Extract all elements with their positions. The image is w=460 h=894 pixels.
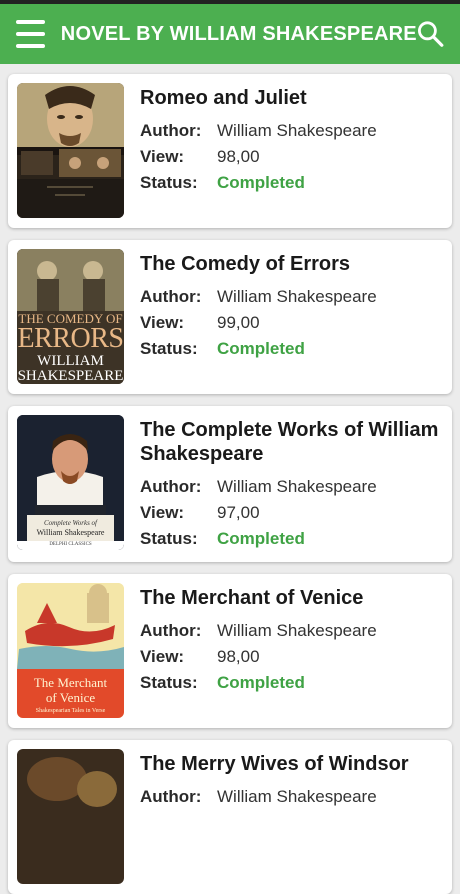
novel-title: The Complete Works of William Shakespear…	[140, 419, 439, 465]
status-row: Status: Completed	[140, 170, 442, 196]
view-row: View: 98,00	[140, 644, 442, 670]
cover-author-line: William Shakespeare	[36, 528, 105, 537]
novel-card[interactable]: The Merchant of Venice Shakespearian Tal…	[8, 574, 452, 728]
cover-publisher-line: DELPHI CLASSICS	[49, 542, 92, 547]
cover-title-line: The Merchant	[33, 675, 108, 690]
cover-author-line: SHAKESPEARE	[17, 368, 124, 384]
view-row: View: 97,00	[140, 500, 442, 526]
novel-card[interactable]: Romeo and Juliet Author: William Shakesp…	[8, 74, 452, 228]
status-row: Status: Completed	[140, 336, 442, 362]
status-row: Status: Completed	[140, 670, 442, 696]
author-row: Author: William Shakespeare	[140, 118, 442, 144]
book-cover-image	[17, 83, 124, 218]
hamburger-menu-icon[interactable]	[16, 20, 45, 48]
novel-card[interactable]: Complete Works of William Shakespeare DE…	[8, 406, 452, 562]
author-value: William Shakespeare	[217, 477, 377, 496]
status-value: Completed	[217, 529, 305, 548]
view-row: View: 98,00	[140, 144, 442, 170]
view-label: View:	[140, 647, 185, 666]
novel-card[interactable]: THE COMEDY OF ERRORS WILLIAM SHAKESPEARE…	[8, 240, 452, 394]
author-row: Author: William Shakespeare	[140, 618, 442, 644]
author-label: Author:	[140, 121, 202, 140]
cover-title-line: ERRORS	[17, 323, 124, 354]
author-label: Author:	[140, 287, 202, 306]
cover-subtitle-line: Complete Works of	[43, 519, 98, 527]
status-value: Completed	[217, 339, 305, 358]
view-value: 97,00	[217, 503, 260, 522]
status-value: Completed	[217, 173, 305, 192]
status-value: Completed	[217, 673, 305, 692]
app-bar: NOVEL BY WILLIAM SHAKESPEARE	[0, 4, 460, 64]
author-row: Author: William Shakespeare	[140, 784, 442, 810]
status-row: Status: Completed	[140, 526, 442, 552]
book-cover-image: The Merchant of Venice Shakespearian Tal…	[17, 583, 124, 718]
view-row: View: 99,00	[140, 310, 442, 336]
view-label: View:	[140, 313, 185, 332]
novel-title: The Merchant of Venice	[140, 587, 364, 609]
author-label: Author:	[140, 787, 202, 806]
author-value: William Shakespeare	[217, 287, 377, 306]
book-cover-image	[17, 749, 124, 884]
status-label: Status:	[140, 673, 198, 692]
cover-title-line: of Venice	[45, 690, 96, 705]
view-value: 98,00	[217, 147, 260, 166]
view-label: View:	[140, 503, 185, 522]
status-label: Status:	[140, 529, 198, 548]
author-value: William Shakespeare	[217, 621, 377, 640]
author-value: William Shakespeare	[217, 787, 377, 806]
status-label: Status:	[140, 173, 198, 192]
status-label: Status:	[140, 339, 198, 358]
view-value: 99,00	[217, 313, 260, 332]
view-value: 98,00	[217, 647, 260, 666]
author-label: Author:	[140, 477, 202, 496]
view-label: View:	[140, 147, 185, 166]
novel-title: Romeo and Juliet	[140, 87, 307, 109]
page-title: NOVEL BY WILLIAM SHAKESPEARE	[60, 22, 417, 45]
cover-subtitle-line: Shakespearian Tales in Verse	[35, 708, 106, 714]
novel-card[interactable]: The Merry Wives of Windsor Author: Willi…	[8, 740, 452, 894]
novel-list: Romeo and Juliet Author: William Shakesp…	[0, 64, 460, 894]
novel-title: The Comedy of Errors	[140, 253, 351, 275]
novel-title: The Merry Wives of Windsor	[140, 753, 409, 775]
book-cover-image: Complete Works of William Shakespeare DE…	[17, 415, 124, 550]
search-icon[interactable]	[417, 17, 444, 51]
author-row: Author: William Shakespeare	[140, 474, 442, 500]
book-cover-image: THE COMEDY OF ERRORS WILLIAM SHAKESPEARE	[17, 249, 124, 384]
author-label: Author:	[140, 621, 202, 640]
author-row: Author: William Shakespeare	[140, 284, 442, 310]
author-value: William Shakespeare	[217, 121, 377, 140]
